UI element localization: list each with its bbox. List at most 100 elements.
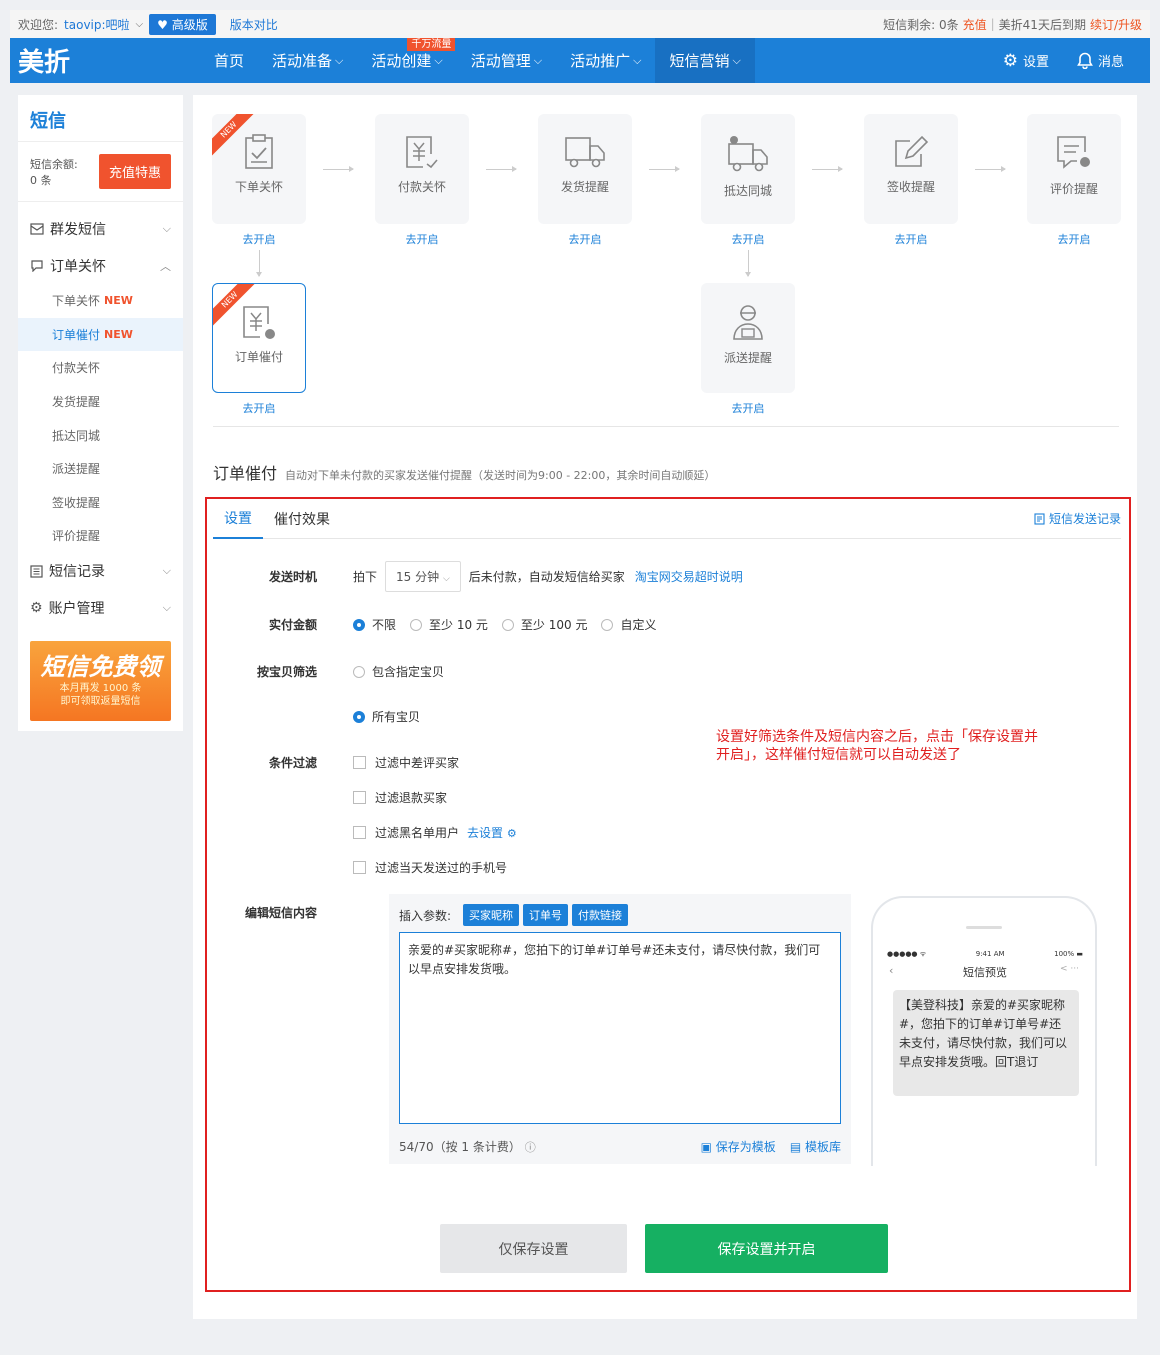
flow-arrow	[649, 166, 680, 172]
delay-select[interactable]: 15 分钟 ⌵	[385, 561, 461, 592]
sidebar-item-payment-care[interactable]: 付款关怀	[18, 351, 183, 385]
enable-link[interactable]: 去开启	[1027, 231, 1121, 247]
param-pay-link-button[interactable]: 付款链接	[572, 904, 629, 926]
flow-card-order-reminder[interactable]: NEW 订单催付	[212, 283, 306, 393]
sms-content-textarea[interactable]: 亲爱的#买家昵称#，您拍下的订单#订单号#还未支付，请尽快付款，我们可以早点安排…	[399, 932, 841, 1124]
sidebar-item-shipping[interactable]: 发货提醒	[18, 385, 183, 419]
param-order-id-button[interactable]: 订单号	[523, 904, 569, 926]
chevron-down-icon: ⌵	[732, 53, 741, 67]
renew-link[interactable]: 续订/升级	[1090, 16, 1142, 33]
chevron-down-icon: ⌵	[162, 221, 171, 235]
welcome-text: 欢迎您:	[18, 17, 59, 32]
item-filter-label: 按宝贝筛选	[256, 665, 317, 679]
sidebar-item-order-care[interactable]: 下单关怀 NEW	[18, 284, 183, 318]
help-icon[interactable]: ⓘ	[525, 1141, 536, 1154]
nav-label: 活动管理	[470, 52, 531, 70]
save-and-enable-button[interactable]: 保存设置并开启	[645, 1224, 888, 1273]
free-sms-banner[interactable]: 短信免费领 本月再发 1000 条 即可领取返量短信	[30, 640, 171, 721]
item-filter-specified[interactable]: 包含指定宝贝	[353, 663, 444, 680]
enable-link[interactable]: 去开启	[701, 231, 795, 247]
nav-activity-promo[interactable]: 活动推广 ⌵	[556, 38, 655, 83]
amount-option-10[interactable]: 至少 10 元	[410, 616, 488, 633]
logo[interactable]: 美折	[10, 42, 200, 79]
recharge-link[interactable]: 充值	[963, 16, 987, 33]
nav-activity-create[interactable]: 千万流量 活动创建 ⌵	[357, 38, 456, 83]
filter-sent-today-checkbox[interactable]	[353, 861, 366, 874]
enable-link[interactable]: 去开启	[538, 231, 632, 247]
heart-icon: ♥	[157, 17, 168, 32]
flow-card-signed[interactable]: 签收提醒	[864, 114, 958, 224]
nav-sms-marketing[interactable]: 短信营销 ⌵	[655, 38, 755, 83]
flow-arrow	[812, 166, 843, 172]
flow-arrow-down	[745, 250, 751, 277]
sidebar-item-delivery[interactable]: 派送提醒	[18, 452, 183, 486]
nav-activity-prep[interactable]: 活动准备 ⌵	[258, 38, 357, 83]
nav-label: 短信营销	[669, 52, 730, 70]
sidebar-item-arrival[interactable]: 抵达同城	[18, 418, 183, 452]
gear-icon: ⚙	[1002, 50, 1018, 71]
option-label: 自定义	[620, 618, 657, 632]
option-label: 至少 100 元	[520, 618, 588, 632]
save-icon: ▣	[700, 1140, 712, 1154]
sidebar-group-mass-sms[interactable]: 群发短信 ⌵	[18, 210, 183, 247]
tab-settings[interactable]: 设置	[213, 499, 263, 539]
item-filter-all[interactable]: 所有宝贝	[353, 708, 420, 725]
enable-link[interactable]: 去开启	[212, 231, 306, 247]
chevron-down-icon: ⌵	[633, 53, 642, 67]
option-label: 不限	[372, 618, 397, 632]
recharge-button[interactable]: 充值特惠	[98, 154, 171, 189]
item-filter-row-2: 所有宝贝	[207, 708, 434, 725]
chevron-down-icon: ⌵	[335, 53, 344, 67]
amount-option-unlimited[interactable]: 不限	[353, 616, 396, 633]
chevron-down-icon: ⌵	[162, 601, 171, 615]
courier-icon	[733, 305, 763, 340]
flow-card-order-care[interactable]: NEW 下单关怀	[212, 114, 306, 224]
tab-effect[interactable]: 催付效果	[263, 499, 341, 539]
timeout-help-link[interactable]: 淘宝网交易超时说明	[635, 568, 743, 585]
blacklist-settings-link[interactable]: 去设置 ⚙	[467, 824, 517, 841]
flow-card-arrival[interactable]: 抵达同城	[701, 114, 795, 224]
template-library-button[interactable]: ▤ 模板库	[790, 1138, 841, 1155]
filter-blacklist-checkbox[interactable]	[353, 826, 366, 839]
option-label: 包含指定宝贝	[372, 665, 445, 679]
section-desc: 自动对下单未付款的买家发送催付提醒（发送时间为9:00 - 22:00，其余时间…	[285, 469, 716, 482]
sidebar-item-order-reminder[interactable]: 订单催付 NEW	[18, 317, 183, 352]
save-template-button[interactable]: ▣ 保存为模板	[701, 1138, 776, 1155]
count-text: 54/70（按 1 条计费）	[399, 1140, 521, 1154]
save-only-button[interactable]: 仅保存设置	[440, 1224, 627, 1273]
top-bar: 欢迎您: taovip:吧啦 ⌵ ♥ 高级版 版本对比 短信剩余: 0条 充值 |…	[10, 10, 1150, 38]
banner-title: 短信免费领	[40, 651, 161, 681]
amount-option-100[interactable]: 至少 100 元	[501, 616, 588, 633]
vip-badge[interactable]: ♥ 高级版	[149, 13, 216, 35]
sms-record-link[interactable]: 短信发送记录	[1034, 510, 1121, 527]
filter-refund-checkbox[interactable]	[353, 791, 366, 804]
version-compare-link[interactable]: 版本对比	[230, 16, 278, 33]
sidebar-group-sms-records[interactable]: 短信记录 ⌵	[18, 553, 183, 590]
main-panel: NEW 下单关怀 去开启 付款关怀 去开启 发货提醒 去开启 抵达同城 去开启 …	[193, 95, 1137, 1319]
param-bar: 插入参数: 买家昵称 订单号 付款链接	[399, 904, 629, 926]
nav-messages[interactable]: 消息	[1077, 51, 1124, 71]
nav-home[interactable]: 首页	[200, 38, 258, 83]
nav-activity-manage[interactable]: 活动管理 ⌵	[457, 38, 556, 83]
carrier-signal: ●●●●● ᯤ	[887, 950, 927, 958]
enable-link[interactable]: 去开启	[375, 231, 469, 247]
sidebar-item-review[interactable]: 评价提醒	[18, 519, 183, 553]
user-menu[interactable]: taovip:吧啦	[64, 16, 130, 33]
sidebar-group-account[interactable]: ⚙ 账户管理 ⌵	[18, 590, 183, 627]
flow-card-shipping[interactable]: 发货提醒	[538, 114, 632, 224]
flow-card-delivery[interactable]: 派送提醒	[701, 283, 795, 393]
enable-link[interactable]: 去开启	[864, 231, 958, 247]
phone-time: 9:41 AM	[975, 950, 1005, 958]
nav-settings[interactable]: ⚙ 设置	[1003, 51, 1049, 71]
delay-value: 15 分钟	[396, 570, 440, 584]
param-buyer-nick-button[interactable]: 买家昵称	[463, 904, 520, 926]
flow-card-review[interactable]: 评价提醒	[1027, 114, 1121, 224]
amount-option-custom[interactable]: 自定义	[601, 616, 656, 633]
enable-link[interactable]: 去开启	[701, 400, 795, 416]
filter-bad-review-checkbox[interactable]	[353, 756, 366, 769]
sidebar-item-signed[interactable]: 签收提醒	[18, 486, 183, 520]
sidebar: 短信 短信余额: 0 条 充值特惠 群发短信 ⌵ 订单关怀 ︿ 下单关怀 NEW …	[18, 95, 183, 731]
flow-card-payment-care[interactable]: 付款关怀	[375, 114, 469, 224]
sidebar-group-order-care[interactable]: 订单关怀 ︿	[18, 247, 183, 284]
enable-link[interactable]: 去开启	[212, 400, 306, 416]
